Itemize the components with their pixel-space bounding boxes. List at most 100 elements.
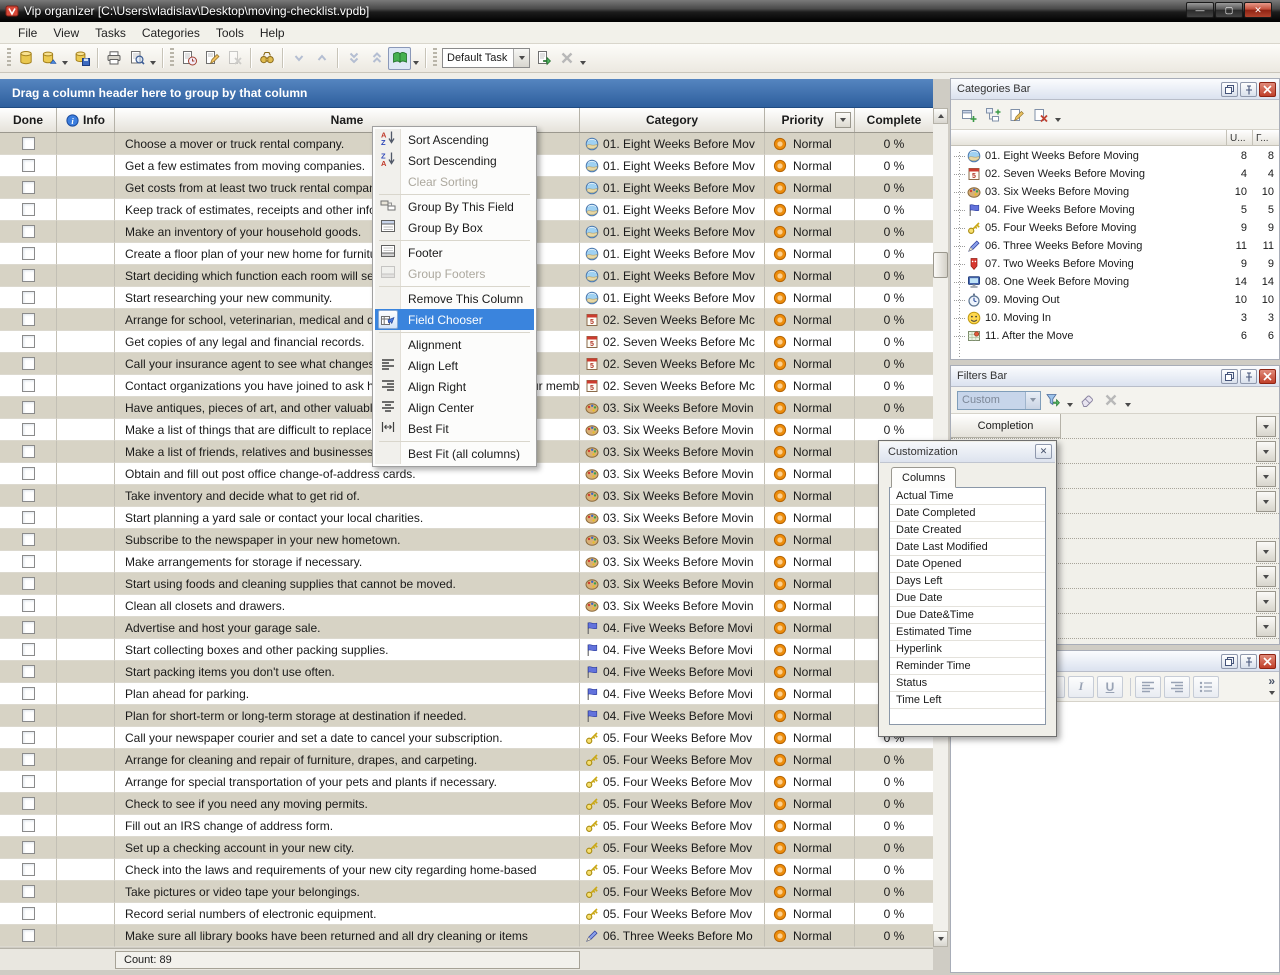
field-chooser-item[interactable]: Due Date&Time [890, 607, 1045, 624]
filter-value-dropdown[interactable] [1256, 491, 1276, 512]
notes-toolbar-overflow[interactable]: » [1268, 676, 1275, 696]
field-chooser-item[interactable]: Date Created [890, 522, 1045, 539]
done-checkbox[interactable] [22, 775, 35, 788]
done-checkbox[interactable] [22, 819, 35, 832]
column-header-info[interactable]: i Info [57, 108, 115, 132]
underline-button[interactable]: U [1097, 676, 1123, 698]
done-checkbox[interactable] [22, 159, 35, 172]
done-checkbox[interactable] [22, 511, 35, 524]
menu-item-clear-sorting[interactable]: Clear Sorting [375, 171, 534, 192]
menu-item-group-by-box[interactable]: Group By Box [375, 217, 534, 238]
field-chooser-item[interactable]: Date Opened [890, 556, 1045, 573]
done-checkbox[interactable] [22, 203, 35, 216]
done-checkbox[interactable] [22, 907, 35, 920]
task-row[interactable]: Call your newspaper courier and set a da… [0, 727, 933, 749]
done-checkbox[interactable] [22, 731, 35, 744]
filter-value-dropdown[interactable] [1256, 616, 1276, 637]
done-checkbox[interactable] [22, 423, 35, 436]
task-row[interactable]: Arrange for cleaning and repair of furni… [0, 749, 933, 771]
add-subcategory-button[interactable] [981, 103, 1005, 127]
template-combobox-arrow[interactable] [513, 49, 529, 67]
filter-field-header[interactable]: Completion [951, 414, 1061, 438]
move-up-button[interactable] [310, 47, 333, 70]
move-down-button[interactable] [287, 47, 310, 70]
done-checkbox[interactable] [22, 621, 35, 634]
tab-columns[interactable]: Columns [891, 467, 956, 488]
task-row[interactable]: Start collecting boxes and other packing… [0, 639, 933, 661]
clear-filter-button[interactable] [1075, 388, 1099, 412]
menu-item-align-center[interactable]: Align Center [375, 397, 534, 418]
align-left-button[interactable] [1135, 676, 1161, 698]
done-checkbox[interactable] [22, 929, 35, 942]
filter-combobox-arrow[interactable] [1025, 392, 1040, 409]
filters-toolbar-overflow[interactable] [1123, 389, 1133, 411]
menu-item-remove-this-column[interactable]: Remove This Column [375, 288, 534, 309]
task-row[interactable]: Start using foods and cleaning supplies … [0, 573, 933, 595]
task-row[interactable]: Fill out an IRS change of address form.0… [0, 815, 933, 837]
panel-pin-button[interactable] [1240, 369, 1257, 384]
field-chooser-item[interactable]: Status [890, 675, 1045, 692]
panel-restore-button[interactable] [1221, 82, 1238, 97]
delete-template-button[interactable] [555, 47, 578, 70]
dialog-close-button[interactable]: ✕ [1035, 444, 1052, 459]
category-tree-item[interactable]: 01. Eight Weeks Before Moving88 [954, 147, 1279, 165]
open-database-button[interactable] [37, 47, 60, 70]
filter-apply-dropdown[interactable] [1065, 389, 1075, 411]
menu-item-field-chooser[interactable]: Field Chooser [375, 309, 534, 330]
done-checkbox[interactable] [22, 863, 35, 876]
column-header-category[interactable]: Category [580, 108, 765, 132]
notes-toggle-button[interactable] [388, 47, 411, 70]
filter-combobox[interactable]: Custom [957, 391, 1041, 410]
task-row[interactable]: Set up a checking account in your new ci… [0, 837, 933, 859]
template-combobox[interactable]: Default Task [442, 48, 530, 68]
menu-item-best-fit[interactable]: Best Fit [375, 418, 534, 439]
done-checkbox[interactable] [22, 753, 35, 766]
filter-value-dropdown[interactable] [1256, 466, 1276, 487]
filter-value-dropdown[interactable] [1256, 441, 1276, 462]
done-checkbox[interactable] [22, 643, 35, 656]
move-bottom-button[interactable] [342, 47, 365, 70]
category-tree-item[interactable]: 11. After the Move66 [954, 327, 1279, 345]
edit-category-button[interactable] [1005, 103, 1029, 127]
done-checkbox[interactable] [22, 885, 35, 898]
menu-item-best-fit-all-columns-[interactable]: Best Fit (all columns) [375, 443, 534, 464]
done-checkbox[interactable] [22, 687, 35, 700]
task-row[interactable]: Plan for short-term or long-term storage… [0, 705, 933, 727]
done-checkbox[interactable] [22, 269, 35, 282]
done-checkbox[interactable] [22, 489, 35, 502]
edit-task-button[interactable] [200, 47, 223, 70]
done-checkbox[interactable] [22, 555, 35, 568]
template-overflow[interactable] [578, 47, 588, 69]
done-checkbox[interactable] [22, 577, 35, 590]
menu-help[interactable]: Help [252, 23, 293, 43]
task-row[interactable]: Take inventory and decide what to get ri… [0, 485, 933, 507]
panel-close-button[interactable] [1259, 654, 1276, 669]
panel-restore-button[interactable] [1221, 654, 1238, 669]
category-tree-item[interactable]: 04. Five Weeks Before Moving55 [954, 201, 1279, 219]
priority-filter-dropdown[interactable] [835, 112, 851, 128]
panel-pin-button[interactable] [1240, 654, 1257, 669]
align-right-button[interactable] [1164, 676, 1190, 698]
category-tree-item[interactable]: 07. Two Weeks Before Moving99 [954, 255, 1279, 273]
column-header-complete[interactable]: Complete [855, 108, 933, 132]
notes-dropdown[interactable] [411, 47, 421, 69]
maximize-button[interactable]: ▢ [1215, 2, 1243, 18]
category-tree-item[interactable]: 10. Moving In33 [954, 309, 1279, 327]
menu-item-align-left[interactable]: Align Left [375, 355, 534, 376]
done-checkbox[interactable] [22, 401, 35, 414]
panel-pin-button[interactable] [1240, 82, 1257, 97]
done-checkbox[interactable] [22, 709, 35, 722]
field-chooser-item[interactable]: Hyperlink [890, 641, 1045, 658]
task-row[interactable]: Make sure all library books have been re… [0, 925, 933, 947]
done-checkbox[interactable] [22, 445, 35, 458]
new-database-button[interactable] [14, 47, 37, 70]
task-row[interactable]: Take pictures or video tape your belongi… [0, 881, 933, 903]
task-row[interactable]: Record serial numbers of electronic equi… [0, 903, 933, 925]
field-chooser-item[interactable]: Time Left [890, 692, 1045, 709]
menu-item-sort-descending[interactable]: ZASort Descending [375, 150, 534, 171]
italic-button[interactable]: I [1068, 676, 1094, 698]
notes-editor[interactable] [951, 702, 1279, 972]
field-chooser-item[interactable]: Date Completed [890, 505, 1045, 522]
menu-item-group-by-this-field[interactable]: Group By This Field [375, 196, 534, 217]
delete-filter-button[interactable] [1099, 388, 1123, 412]
